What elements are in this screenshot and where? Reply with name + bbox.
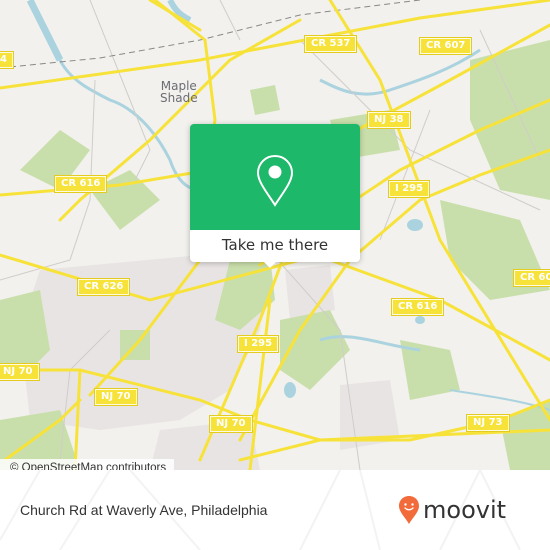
- popup-header: [190, 124, 360, 230]
- road-shield-nj-70: NJ 70: [209, 415, 253, 433]
- stop-address: Church Rd at Waverly Ave, Philadelphia: [20, 502, 268, 518]
- road-shield-i-295: I 295: [387, 180, 431, 198]
- moovit-wordmark: moovit: [423, 496, 507, 524]
- road-shield-cr-60: CR 60: [512, 269, 550, 287]
- road-shield-nj-73: NJ 73: [466, 414, 510, 432]
- place-label-maple-shade: Maple Shade: [160, 80, 198, 104]
- road-shield-partial: 4: [0, 51, 14, 69]
- take-me-there-button[interactable]: Take me there: [190, 230, 360, 262]
- road-shield-cr-616: CR 616: [390, 298, 445, 316]
- map-view[interactable]: Maple Shade CR 537 CR 607 NJ 38 CR 616 I…: [0, 0, 550, 470]
- moovit-logo[interactable]: moovit: [398, 490, 506, 530]
- road-shield-cr-626: CR 626: [76, 278, 131, 296]
- map-pin-icon: [256, 154, 294, 207]
- map-attribution[interactable]: © OpenStreetMap contributors: [0, 459, 175, 470]
- road-shield-i-295: I 295: [236, 335, 280, 353]
- popup-pointer: [262, 260, 278, 268]
- moovit-pin-icon: [399, 496, 419, 524]
- road-shield-cr-616: CR 616: [53, 175, 108, 193]
- road-shield-nj-70: NJ 70: [0, 363, 40, 381]
- road-shield-cr-607: CR 607: [418, 37, 473, 55]
- road-shield-nj-38: NJ 38: [367, 111, 411, 129]
- road-shield-nj-70: NJ 70: [94, 388, 138, 406]
- footer-bar: Church Rd at Waverly Ave, Philadelphia m…: [0, 470, 550, 550]
- location-popup: Take me there: [190, 124, 360, 268]
- road-shield-cr-537: CR 537: [303, 35, 358, 53]
- place-label-line: Shade: [160, 91, 198, 105]
